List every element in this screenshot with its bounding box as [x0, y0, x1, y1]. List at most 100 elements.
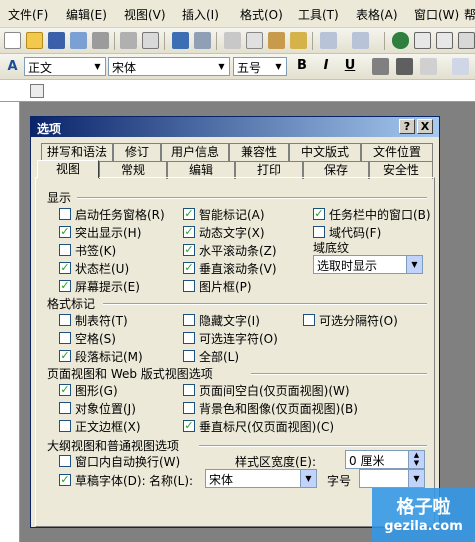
- character-border-icon[interactable]: [372, 58, 389, 75]
- checkbox-box[interactable]: [313, 226, 325, 238]
- checkbox-box[interactable]: [183, 384, 195, 396]
- check-icon[interactable]: ✓: [59, 262, 71, 274]
- spinner-icon[interactable]: ▲ ▼: [408, 451, 424, 468]
- checkbox-box[interactable]: [183, 332, 195, 344]
- save-icon[interactable]: [48, 32, 65, 49]
- chevron-down-icon[interactable]: ▼: [300, 470, 316, 487]
- section-divider: [103, 303, 427, 305]
- character-scaling-icon[interactable]: [420, 58, 437, 75]
- horizontal-ruler: [0, 80, 475, 102]
- style-combo[interactable]: 正文 ▼: [24, 57, 106, 76]
- checkbox-box[interactable]: [59, 208, 71, 220]
- check-icon[interactable]: ✓: [59, 280, 71, 292]
- checkbox-box[interactable]: [59, 420, 71, 432]
- format-painter-icon[interactable]: [290, 32, 307, 49]
- chevron-down-icon[interactable]: ▼: [408, 470, 424, 487]
- checkbox-box[interactable]: [183, 350, 195, 362]
- tab-spelling-grammar[interactable]: 拼写和语法: [41, 143, 113, 161]
- print-icon[interactable]: [120, 32, 137, 49]
- checkbox-box[interactable]: [183, 314, 195, 326]
- style-area-label: 样式区宽度(E):: [235, 455, 316, 469]
- close-button[interactable]: X: [417, 119, 433, 134]
- research-icon[interactable]: [194, 32, 211, 49]
- tab-asian-typography[interactable]: 中文版式: [289, 143, 361, 161]
- email-icon[interactable]: [92, 32, 109, 49]
- check-icon[interactable]: ✓: [59, 350, 71, 362]
- draft-font-name-value: 宋体: [209, 473, 234, 487]
- indent-marker-icon[interactable]: [30, 84, 44, 98]
- toolbar-separator: [312, 32, 313, 50]
- check-icon[interactable]: ✓: [183, 226, 195, 238]
- field-shading-value: 选取时显示: [317, 259, 378, 273]
- font-size-combo[interactable]: 五号 ▼: [233, 57, 287, 76]
- menu-edit[interactable]: 编辑(E): [66, 6, 107, 24]
- checkbox-box[interactable]: [183, 402, 195, 414]
- chevron-down-icon[interactable]: ▼: [406, 256, 422, 273]
- insert-table-icon[interactable]: [436, 32, 453, 49]
- check-icon[interactable]: ✓: [59, 474, 71, 486]
- menu-help[interactable]: 帮: [464, 6, 475, 24]
- insert-excel-icon[interactable]: [458, 32, 475, 49]
- paste-icon[interactable]: [268, 32, 285, 49]
- menu-file[interactable]: 文件(F): [8, 6, 48, 24]
- check-icon[interactable]: ✓: [183, 420, 195, 432]
- check-icon[interactable]: ✓: [59, 226, 71, 238]
- style-value: 正文: [28, 61, 53, 75]
- copy-icon[interactable]: [246, 32, 263, 49]
- tab-view[interactable]: 视图: [37, 160, 99, 178]
- menu-insert[interactable]: 插入(I): [182, 6, 219, 24]
- print-preview-icon[interactable]: [142, 32, 159, 49]
- italic-button[interactable]: I: [316, 56, 336, 76]
- tab-compatibility[interactable]: 兼容性: [229, 143, 289, 161]
- check-icon[interactable]: ✓: [59, 384, 71, 396]
- menu-format[interactable]: 格式(O): [240, 6, 283, 24]
- cut-icon[interactable]: [224, 32, 241, 49]
- help-button[interactable]: ?: [399, 119, 415, 134]
- chevron-down-icon[interactable]: ▼: [91, 59, 104, 74]
- check-icon[interactable]: ✓: [183, 244, 195, 256]
- align-icon[interactable]: [452, 58, 469, 75]
- tables-borders-icon[interactable]: [414, 32, 431, 49]
- bold-button[interactable]: B: [292, 56, 312, 76]
- style-area-width-value: 0 厘米: [349, 454, 385, 468]
- menu-window[interactable]: 窗口(W): [414, 6, 459, 24]
- checkbox-box[interactable]: [59, 455, 71, 467]
- open-folder-icon[interactable]: [26, 32, 43, 49]
- new-document-icon[interactable]: [4, 32, 21, 49]
- toolbar-separator: [384, 32, 385, 50]
- watermark-title: 格子啦: [396, 497, 451, 518]
- style-area-width-input[interactable]: 0 厘米 ▲ ▼: [345, 450, 425, 469]
- hyperlink-icon[interactable]: [392, 32, 409, 49]
- redo-icon[interactable]: [352, 32, 369, 49]
- font-combo[interactable]: 宋体 ▼: [108, 57, 230, 76]
- chevron-down-icon[interactable]: ▼: [272, 59, 285, 74]
- styles-pane-icon[interactable]: A: [4, 58, 21, 75]
- tab-user-info[interactable]: 用户信息: [161, 143, 229, 161]
- draft-font-size-select[interactable]: ▼: [359, 469, 425, 488]
- check-icon[interactable]: ✓: [313, 208, 325, 220]
- undo-icon[interactable]: [320, 32, 337, 49]
- field-shading-label: 域底纹: [313, 241, 350, 255]
- checkbox-box[interactable]: [303, 314, 315, 326]
- check-icon[interactable]: ✓: [183, 208, 195, 220]
- check-icon[interactable]: ✓: [183, 262, 195, 274]
- dialog-titlebar: 选项 ? X: [31, 117, 439, 137]
- draft-font-name-select[interactable]: 宋体 ▼: [205, 469, 317, 488]
- checkbox-box[interactable]: [59, 402, 71, 414]
- menu-tools[interactable]: 工具(T): [298, 6, 339, 24]
- spelling-icon[interactable]: [172, 32, 189, 49]
- section-title-display: 显示: [47, 191, 72, 205]
- character-shading-icon[interactable]: [396, 58, 413, 75]
- underline-button[interactable]: U: [340, 56, 360, 76]
- menu-view[interactable]: 视图(V): [124, 6, 166, 24]
- menu-table[interactable]: 表格(A): [356, 6, 398, 24]
- checkbox-box[interactable]: [59, 244, 71, 256]
- field-shading-select[interactable]: 选取时显示 ▼: [313, 255, 423, 274]
- chevron-down-icon[interactable]: ▼: [215, 59, 228, 74]
- checkbox-box[interactable]: [59, 314, 71, 326]
- checkbox-box[interactable]: [183, 280, 195, 292]
- checkbox-box[interactable]: [59, 332, 71, 344]
- tab-file-locations[interactable]: 文件位置: [361, 143, 433, 161]
- permission-icon[interactable]: [70, 32, 87, 49]
- tab-track-changes[interactable]: 修订: [113, 143, 161, 161]
